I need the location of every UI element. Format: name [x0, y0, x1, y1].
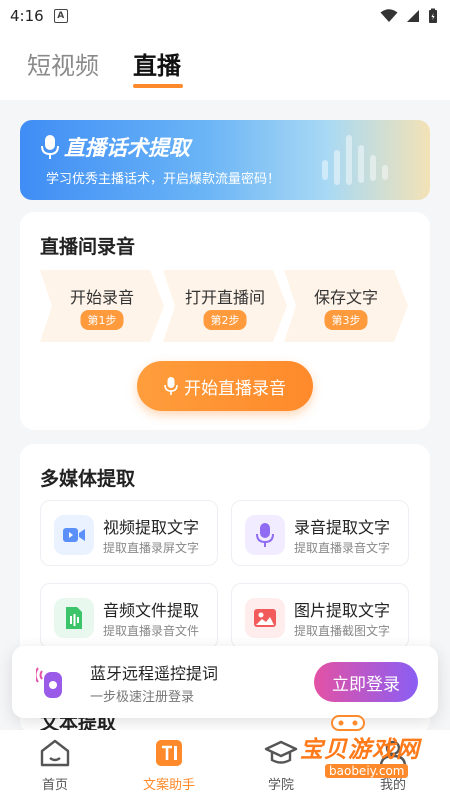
copywriting-icon [156, 740, 182, 766]
image-extract-text-item[interactable]: 图片提取文字 提取直播截图文字 [231, 583, 409, 649]
item-title: 录音提取文字 [294, 518, 391, 537]
item-desc: 提取直播录音文件 [103, 624, 200, 638]
microphone-icon [245, 515, 285, 555]
nav-home[interactable]: 首页 [10, 738, 100, 793]
step-label: 打开直播间 [184, 288, 265, 307]
step-open-live-room: 打开直播间 第2步 [163, 270, 287, 342]
microphone-icon [41, 135, 59, 159]
item-title: 音频文件提取 [103, 601, 200, 620]
nav-copywriting-label: 文案助手 [142, 778, 195, 793]
soundwave-icon [322, 135, 388, 185]
login-prompt-title: 蓝牙远程遥控提词 [90, 664, 219, 683]
nav-copywriting[interactable]: 文案助手 [124, 738, 214, 793]
microphone-icon [164, 377, 178, 395]
step-label: 保存文字 [313, 288, 378, 307]
video-extract-text-item[interactable]: 视频提取文字 提取直播录屏文字 [40, 500, 218, 566]
status-time: 4:16 [10, 7, 44, 25]
nav-home-label: 首页 [41, 778, 68, 793]
academy-icon [264, 740, 298, 764]
start-live-recording-label: 开始直播录音 [184, 378, 286, 399]
watermark-url: baobeiy.com [325, 764, 409, 778]
start-live-recording-button[interactable]: 开始直播录音 [137, 361, 313, 411]
site-watermark: 宝贝游戏网 baobeiy.com [300, 712, 420, 782]
item-desc: 提取直播录屏文字 [103, 541, 200, 555]
item-desc: 提取直播录音文字 [294, 541, 391, 555]
video-icon [54, 515, 94, 555]
battery-icon [429, 8, 437, 23]
step-save-text: 保存文字 第3步 [284, 270, 408, 342]
active-tab-indicator [133, 84, 183, 88]
wifi-icon [380, 9, 398, 22]
step-badge: 第3步 [324, 310, 368, 330]
signal-icon [407, 10, 419, 22]
login-prompt-subtitle: 一步极速注册登录 [90, 690, 195, 705]
step-badge: 第2步 [203, 310, 247, 330]
live-script-banner[interactable]: 直播话术提取 学习优秀主播话术，开启爆款流量密码！ [20, 120, 430, 200]
multimedia-card-title: 多媒体提取 [40, 468, 136, 490]
recording-extract-text-item[interactable]: 录音提取文字 提取直播录音文字 [231, 500, 409, 566]
login-now-button[interactable]: 立即登录 [314, 662, 418, 702]
notification-icon: A [53, 9, 68, 23]
image-icon [245, 598, 285, 638]
bluetooth-remote-icon [36, 667, 62, 698]
step-start-recording: 开始录音 第1步 [40, 270, 164, 342]
login-prompt-card: 蓝牙远程遥控提词 一步极速注册登录 立即登录 [12, 646, 438, 718]
tab-short-video[interactable]: 短视频 [27, 46, 99, 81]
item-title: 视频提取文字 [103, 518, 200, 537]
audio-file-extract-item[interactable]: 音频文件提取 提取直播录音文件 [40, 583, 218, 649]
status-bar: 4:16 A [0, 0, 450, 32]
home-icon [40, 739, 70, 767]
step-badge: 第1步 [80, 310, 124, 330]
item-title: 图片提取文字 [294, 601, 391, 620]
item-desc: 提取直播截图文字 [294, 624, 391, 638]
banner-title: 直播话术提取 [64, 136, 190, 160]
recording-card-title: 直播间录音 [40, 236, 136, 258]
tab-live[interactable]: 直播 [133, 46, 181, 81]
audio-file-icon [54, 598, 94, 638]
step-label: 开始录音 [69, 288, 134, 307]
banner-subtitle: 学习优秀主播话术，开启爆款流量密码！ [46, 172, 281, 187]
watermark-text: 宝贝游戏网 [300, 737, 420, 763]
top-tab-bar: 短视频 直播 [0, 32, 450, 100]
